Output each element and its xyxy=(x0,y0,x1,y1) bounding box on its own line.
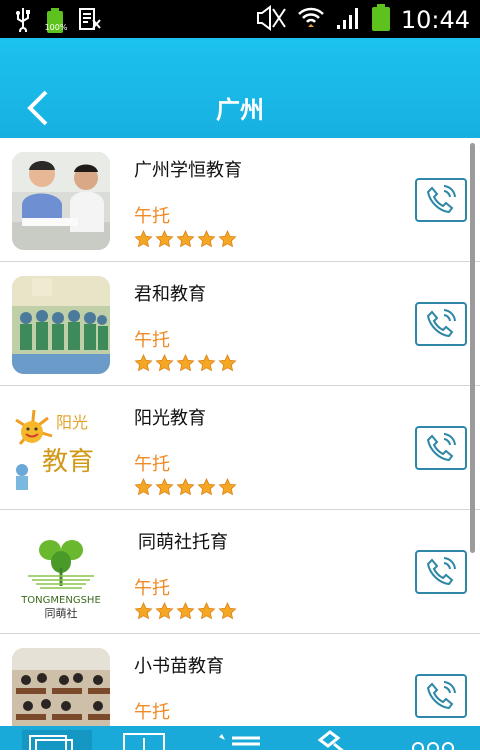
call-button[interactable] xyxy=(415,302,467,346)
school-logo: TONGMENGSHE 同萌社 xyxy=(12,524,110,622)
tab-home[interactable] xyxy=(22,730,92,754)
battery-full-icon xyxy=(371,4,391,36)
logo-text: TONGMENGSHE xyxy=(20,595,101,606)
school-category: 午托 xyxy=(134,330,170,351)
tab-add[interactable] xyxy=(122,730,182,754)
star-icon xyxy=(155,230,174,248)
list-item[interactable]: TONGMENGSHE 同萌社 同萌社托育 午托 xyxy=(0,510,480,634)
list-icon xyxy=(219,734,260,746)
logo-text: 教育 xyxy=(42,447,94,477)
list-item[interactable]: 阳光 教育 阳光教育 午托 xyxy=(0,386,480,510)
tab-link[interactable] xyxy=(314,730,374,754)
star-icon xyxy=(155,478,174,496)
call-button[interactable] xyxy=(415,178,467,222)
scrollbar[interactable] xyxy=(470,143,475,553)
list-item[interactable]: 君和教育 午托 xyxy=(0,262,480,386)
call-button[interactable] xyxy=(415,550,467,594)
star-icon xyxy=(134,230,153,248)
phone-icon xyxy=(426,309,456,338)
no-sound-icon xyxy=(255,5,287,35)
logo-text: 同萌社 xyxy=(45,606,78,620)
app-bar: 广州 xyxy=(0,38,480,138)
star-icon xyxy=(197,230,216,248)
star-icon xyxy=(155,354,174,372)
bottom-tab-bar xyxy=(0,726,480,754)
tab-list[interactable] xyxy=(216,730,276,750)
star-icon xyxy=(176,354,195,372)
school-list[interactable]: 广州学恒教育 午托 君和教育 午托 阳光 教育 阳光教育 午托 TONGMENG… xyxy=(0,138,480,726)
star-icon xyxy=(134,602,153,620)
star-icon xyxy=(197,478,216,496)
school-name: 广州学恒教育 xyxy=(134,160,242,181)
rating-stars xyxy=(134,354,237,373)
call-button[interactable] xyxy=(415,674,467,718)
star-icon xyxy=(176,478,195,496)
layers-icon xyxy=(29,735,73,754)
add-icon xyxy=(123,733,165,754)
tab-more[interactable] xyxy=(408,730,468,754)
star-icon xyxy=(176,230,195,248)
signal-icon xyxy=(335,5,361,35)
wifi-icon xyxy=(297,5,325,35)
star-icon xyxy=(197,602,216,620)
clock: 10:44 xyxy=(400,6,470,34)
status-bar: 100% 10:44 xyxy=(0,0,480,38)
link-icon xyxy=(317,730,345,754)
rating-stars xyxy=(134,230,237,249)
list-item[interactable]: 广州学恒教育 午托 xyxy=(0,138,480,262)
school-name: 阳光教育 xyxy=(134,408,206,429)
phone-icon xyxy=(426,185,456,214)
school-photo xyxy=(12,648,110,726)
rating-stars xyxy=(134,478,237,497)
usb-icon xyxy=(14,6,32,36)
call-button[interactable] xyxy=(415,426,467,470)
phone-icon xyxy=(426,557,456,586)
school-photo xyxy=(12,276,110,374)
star-icon xyxy=(176,602,195,620)
school-photo xyxy=(12,152,110,250)
star-icon xyxy=(134,478,153,496)
school-name: 同萌社托育 xyxy=(138,532,228,553)
school-category: 午托 xyxy=(134,578,170,599)
battery-icon: 100% xyxy=(45,8,67,34)
star-icon xyxy=(218,602,237,620)
star-icon xyxy=(197,354,216,372)
list-item[interactable]: 小书苗教育 午托 xyxy=(0,634,480,726)
phone-icon xyxy=(426,681,456,710)
alarm-icon xyxy=(78,6,102,36)
more-icon xyxy=(412,742,454,754)
school-logo: 阳光 教育 xyxy=(12,400,110,498)
rating-stars xyxy=(134,602,237,621)
battery-percent: 100% xyxy=(44,23,68,32)
school-category: 午托 xyxy=(134,206,170,227)
phone-icon xyxy=(426,433,456,462)
school-name: 君和教育 xyxy=(134,284,206,305)
star-icon xyxy=(218,230,237,248)
logo-text: 阳光 xyxy=(56,413,88,432)
school-name: 小书苗教育 xyxy=(134,656,224,677)
school-category: 午托 xyxy=(134,702,170,723)
star-icon xyxy=(134,354,153,372)
school-category: 午托 xyxy=(134,454,170,475)
star-icon xyxy=(155,602,174,620)
star-icon xyxy=(218,354,237,372)
page-title: 广州 xyxy=(216,96,264,124)
star-icon xyxy=(218,478,237,496)
